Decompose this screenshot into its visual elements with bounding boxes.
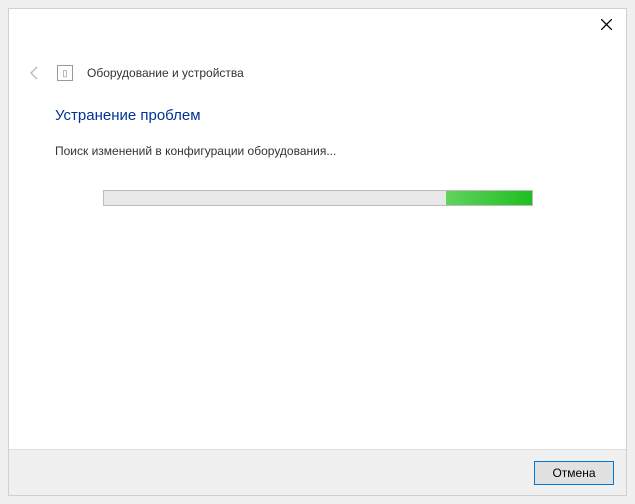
troubleshooter-window: ▯ Оборудование и устройства Устранение п… [8,8,627,496]
hardware-icon: ▯ [57,65,73,81]
breadcrumb-text: Оборудование и устройства [87,66,244,80]
page-title: Устранение проблем [55,107,580,124]
progress-fill [446,191,532,205]
close-icon [601,19,612,30]
status-text: Поиск изменений в конфигурации оборудова… [55,144,580,158]
progress-bar [103,190,533,206]
back-arrow-icon [27,65,43,81]
titlebar [9,9,626,45]
footer: Отмена [9,449,626,495]
progress-wrap [55,190,580,206]
cancel-button[interactable]: Отмена [534,461,614,485]
close-button[interactable] [586,9,626,39]
content-area: Устранение проблем Поиск изменений в кон… [9,81,626,449]
back-button [27,65,43,81]
header-row: ▯ Оборудование и устройства [9,65,626,81]
